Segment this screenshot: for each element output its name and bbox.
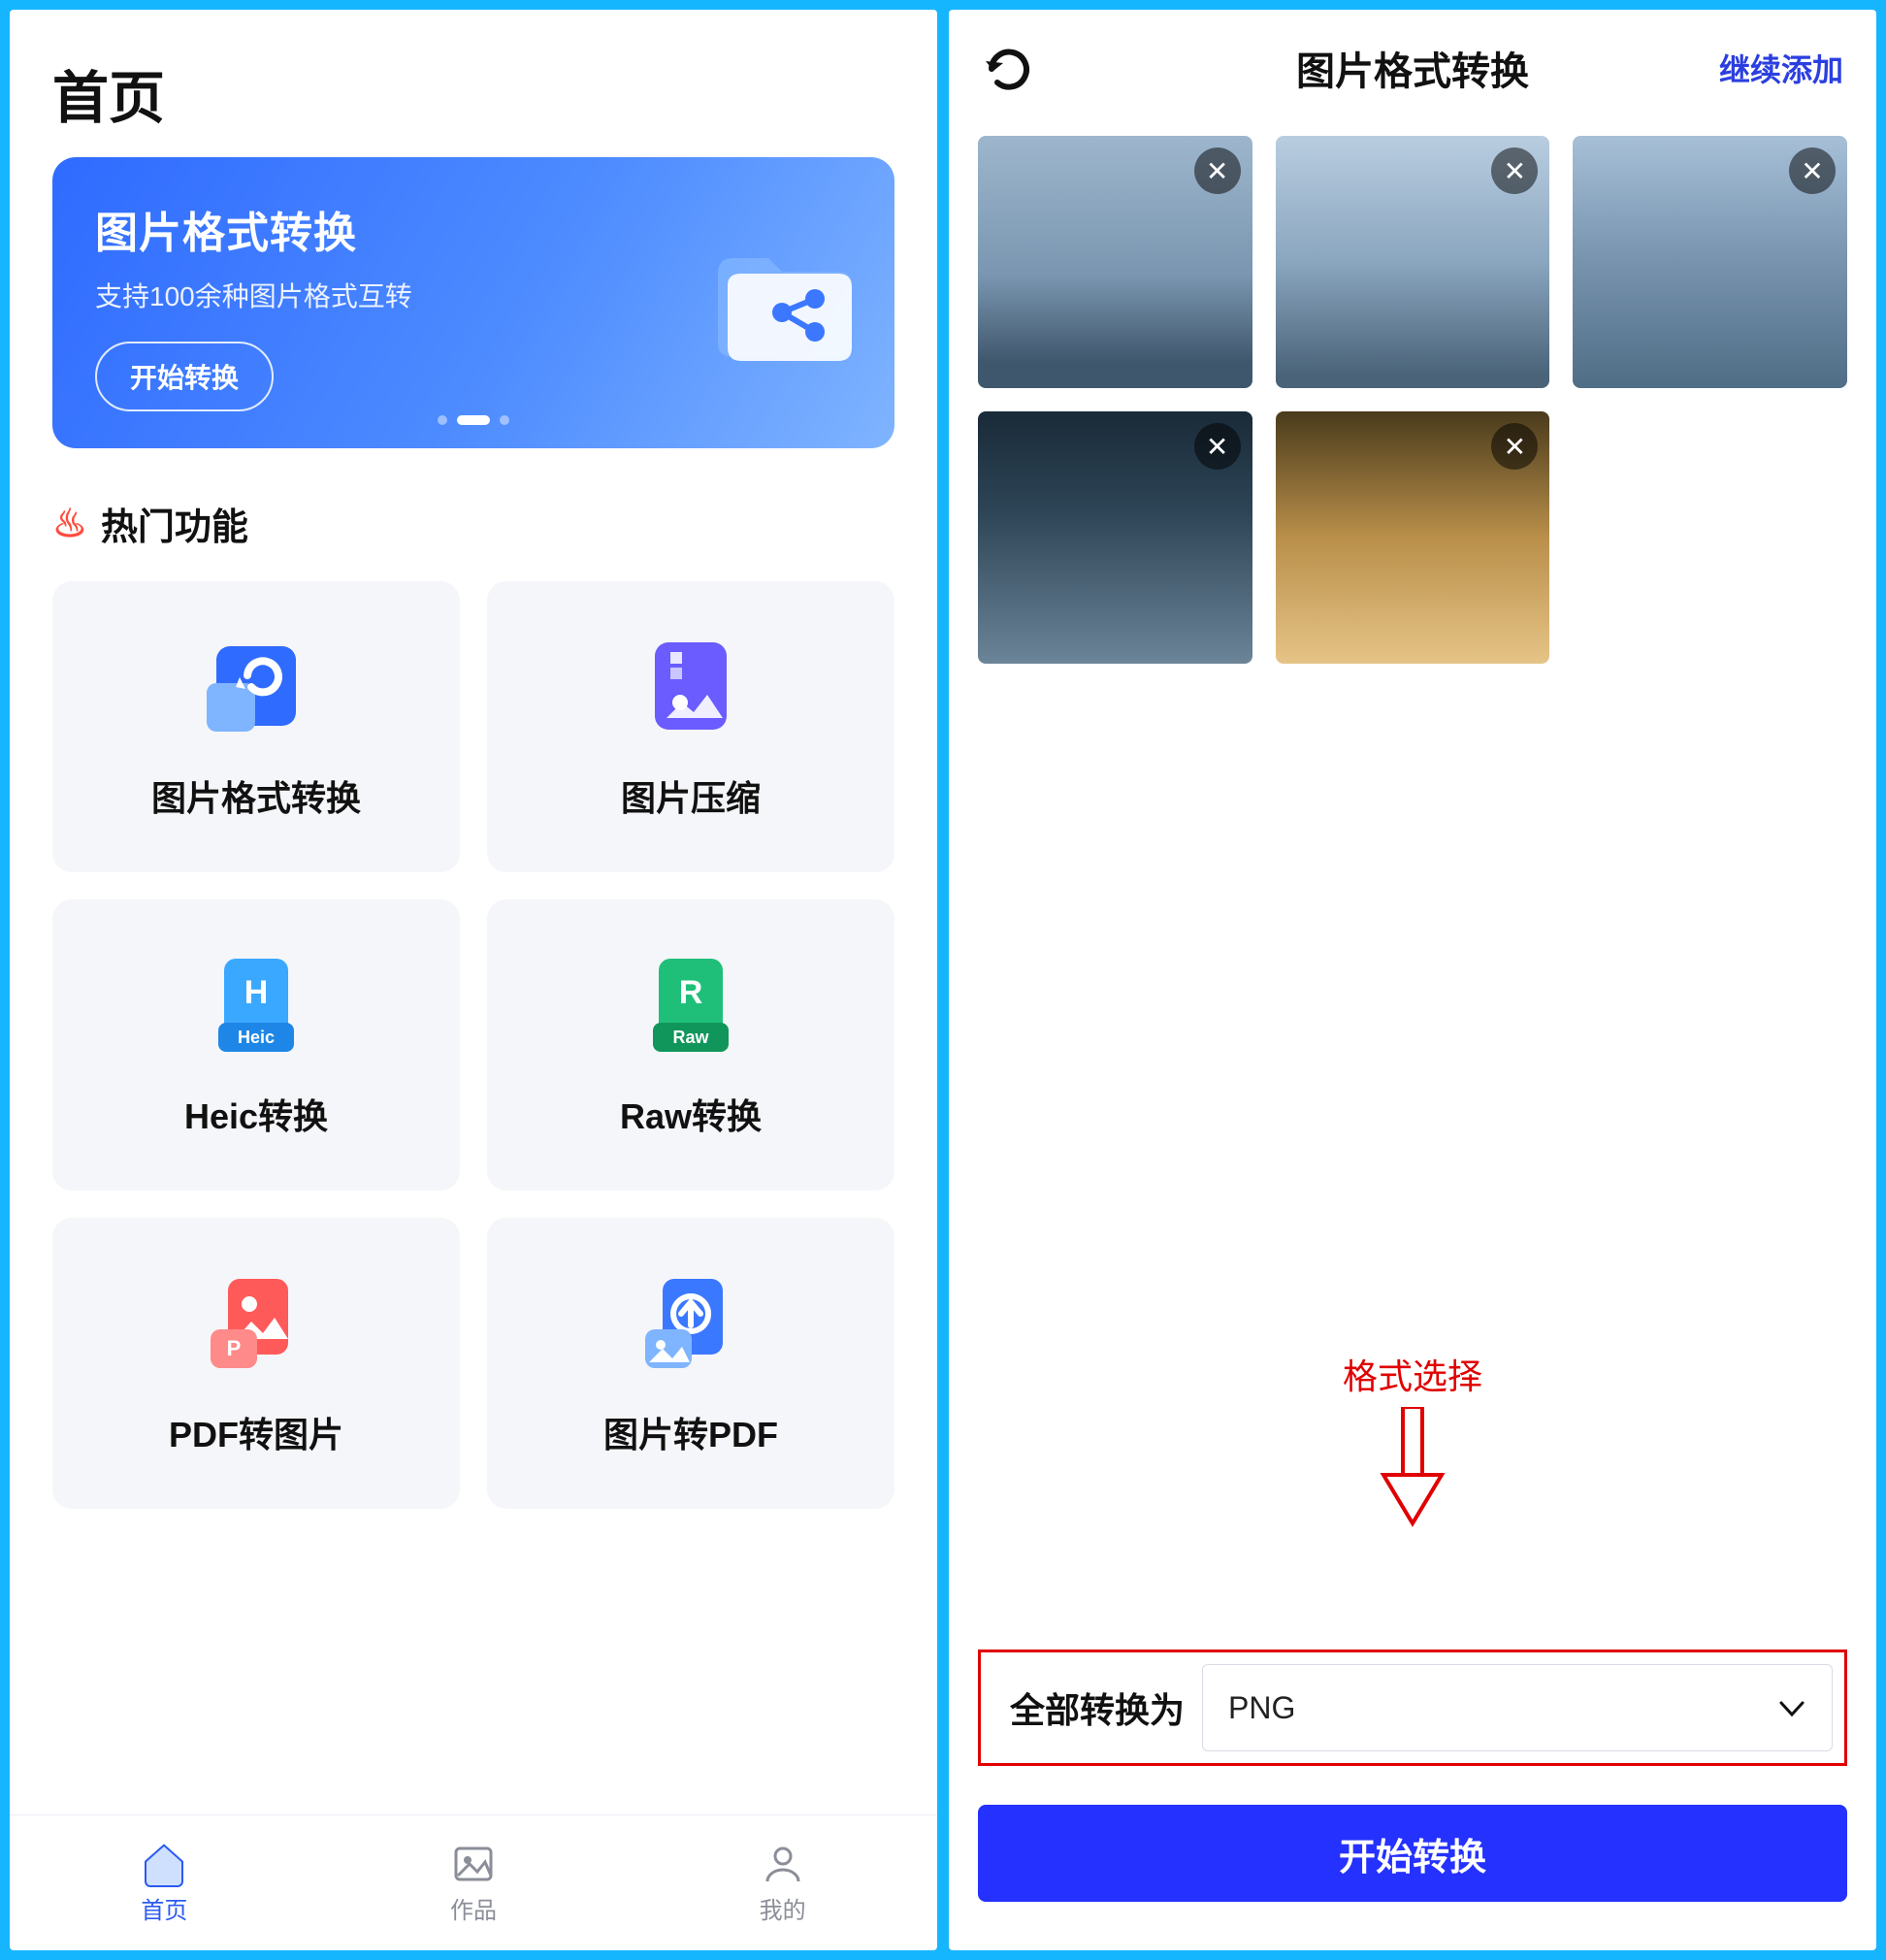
feature-card-img2pdf[interactable]: 图片转PDF — [487, 1218, 894, 1509]
format-select[interactable]: PNG — [1202, 1664, 1833, 1751]
feature-card-heic[interactable]: H Heic Heic转换 — [52, 899, 460, 1191]
selected-image[interactable]: ✕ — [1573, 136, 1847, 388]
feature-label: Raw转换 — [620, 1089, 762, 1139]
svg-text:R: R — [679, 974, 703, 1011]
section-title: ♨ 热门功能 — [10, 479, 937, 558]
feature-banner[interactable]: 图片格式转换 支持100余种图片格式互转 开始转换 — [52, 157, 894, 448]
remove-image-icon[interactable]: ✕ — [1491, 423, 1538, 470]
heic-icon: H Heic — [203, 951, 309, 1058]
arrow-down-icon — [1374, 1407, 1451, 1533]
back-icon[interactable] — [978, 40, 1034, 96]
selected-image[interactable]: ✕ — [978, 136, 1252, 388]
format-row: 全部转换为 PNG — [978, 1650, 1847, 1766]
bottom-tabbar: 首页 作品 我的 — [10, 1814, 937, 1950]
feature-card-pdf2img[interactable]: P PDF转图片 — [52, 1218, 460, 1509]
selected-image[interactable]: ✕ — [1276, 136, 1550, 388]
image-grid: ✕ ✕ ✕ ✕ ✕ — [949, 126, 1876, 664]
raw-icon: R Raw — [637, 951, 744, 1058]
tab-works[interactable]: 作品 — [319, 1815, 629, 1950]
start-convert-button[interactable]: 开始转换 — [978, 1805, 1847, 1902]
feature-card-compress[interactable]: 图片压缩 — [487, 581, 894, 872]
svg-text:Raw: Raw — [672, 1028, 709, 1047]
tab-mine[interactable]: 我的 — [628, 1815, 937, 1950]
home-icon — [141, 1841, 187, 1887]
profile-icon — [760, 1841, 806, 1887]
chevron-down-icon — [1777, 1693, 1806, 1722]
tab-home[interactable]: 首页 — [10, 1815, 319, 1950]
feature-label: 图片转PDF — [603, 1407, 778, 1457]
annotation-callout: 格式选择 — [1343, 1349, 1482, 1533]
carousel-dots[interactable] — [438, 415, 509, 425]
convert-screen: 图片格式转换 继续添加 ✕ ✕ ✕ ✕ ✕ 格式选择 全部转换为 PNG — [949, 10, 1876, 1950]
feature-label: 图片格式转换 — [151, 770, 361, 821]
home-screen: 首页 图片格式转换 支持100余种图片格式互转 开始转换 ♨ 热门功能 — [10, 10, 937, 1950]
feature-label: Heic转换 — [184, 1089, 328, 1139]
pdf-to-image-icon: P — [203, 1269, 309, 1376]
page-title: 首页 — [10, 10, 937, 157]
image-to-pdf-icon — [637, 1269, 744, 1376]
works-icon — [450, 1841, 497, 1887]
compress-icon — [637, 633, 744, 739]
add-more-button[interactable]: 继续添加 — [1719, 46, 1843, 90]
folder-share-icon — [706, 235, 862, 371]
svg-text:Heic: Heic — [238, 1028, 275, 1047]
format-value: PNG — [1228, 1690, 1295, 1726]
banner-start-button[interactable]: 开始转换 — [95, 342, 274, 411]
format-label: 全部转换为 — [992, 1664, 1202, 1751]
remove-image-icon[interactable]: ✕ — [1491, 147, 1538, 194]
svg-text:H: H — [244, 974, 269, 1011]
page-title: 图片格式转换 — [1296, 40, 1529, 96]
remove-image-icon[interactable]: ✕ — [1789, 147, 1836, 194]
selected-image[interactable]: ✕ — [978, 411, 1252, 664]
feature-label: 图片压缩 — [621, 770, 761, 821]
feature-card-convert[interactable]: 图片格式转换 — [52, 581, 460, 872]
flame-icon: ♨ — [52, 505, 87, 543]
selected-image[interactable]: ✕ — [1276, 411, 1550, 664]
svg-text:P: P — [227, 1336, 242, 1360]
convert-icon — [203, 633, 309, 739]
feature-label: PDF转图片 — [169, 1407, 343, 1457]
remove-image-icon[interactable]: ✕ — [1194, 423, 1241, 470]
feature-grid: 图片格式转换 图片压缩 H Heic Heic转换 — [10, 558, 937, 1509]
feature-card-raw[interactable]: R Raw Raw转换 — [487, 899, 894, 1191]
header: 图片格式转换 继续添加 — [949, 10, 1876, 126]
remove-image-icon[interactable]: ✕ — [1194, 147, 1241, 194]
